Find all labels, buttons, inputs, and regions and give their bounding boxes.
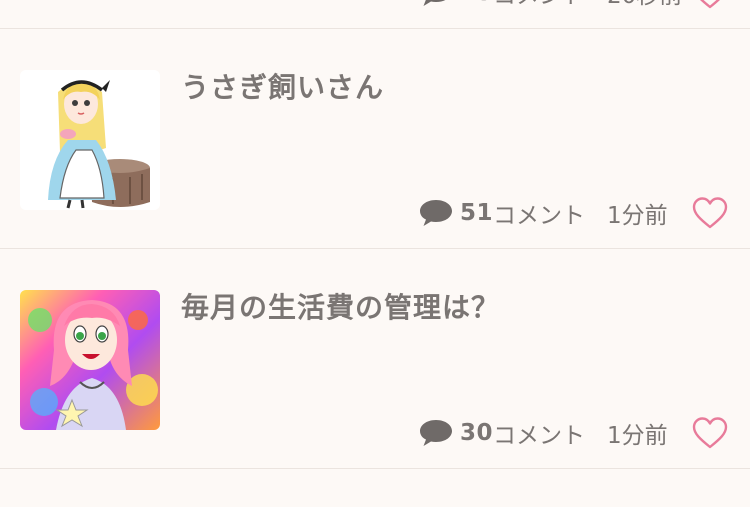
comment-bubble-icon — [420, 200, 452, 226]
thread-title: 毎月の生活費の管理は？ — [181, 291, 501, 324]
thread-title: うさぎ飼いさん — [181, 71, 385, 104]
thread-thumbnail[interactable] — [20, 70, 160, 210]
comment-bubble-icon — [423, 0, 446, 6]
thread-list: 45 コメント 20秒前 — [0, 0, 750, 507]
comment-suffix: コメント — [493, 423, 586, 449]
thread-meta: 30 コメント 1分前 — [418, 416, 668, 450]
thread-meta: 51 コメント 1分前 — [418, 196, 668, 230]
alice-illustration — [20, 70, 160, 210]
comment-suffix: コメント — [493, 203, 586, 229]
post-time: 20秒前 — [607, 0, 682, 10]
comment-count: 45 — [460, 0, 493, 6]
thread-meta: 45 コメント 20秒前 — [418, 0, 682, 10]
thread-row[interactable]: 毎月の生活費の管理は？ 30 コメント 1分前 — [0, 250, 750, 469]
post-time: 1分前 — [607, 203, 668, 229]
post-time: 1分前 — [607, 423, 668, 449]
comment-suffix: コメント — [493, 0, 585, 10]
thread-thumbnail[interactable] — [20, 290, 160, 430]
heart-outline-icon[interactable] — [692, 0, 728, 10]
heart-outline-icon[interactable] — [692, 196, 728, 230]
comment-bubble-icon — [420, 420, 452, 446]
comment-count: 51 — [460, 200, 494, 226]
colorful-girl-illustration — [20, 290, 160, 430]
thread-row[interactable]: うさぎ飼いさん 51 コメント 1分前 — [0, 30, 750, 249]
heart-outline-icon[interactable] — [692, 416, 728, 450]
thread-row-partial[interactable]: 45 コメント 20秒前 — [0, 0, 750, 29]
comment-count: 30 — [460, 420, 494, 446]
